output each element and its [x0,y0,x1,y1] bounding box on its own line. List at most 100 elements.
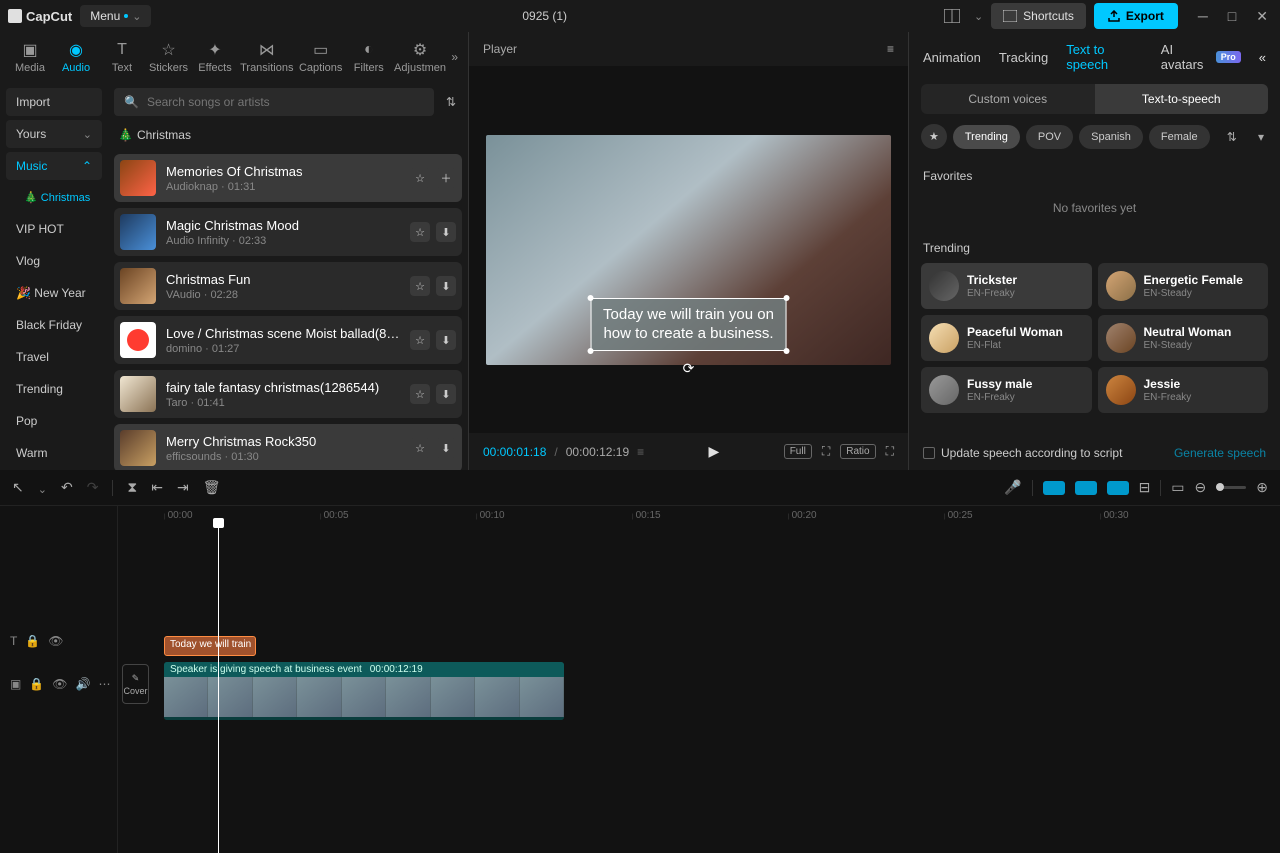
favorite-button[interactable]: ☆ [410,222,430,242]
link-button[interactable] [1107,481,1129,495]
sidebar-christmas[interactable]: 🎄 Christmas [6,184,102,211]
search-input[interactable] [147,95,424,109]
close-button[interactable]: ✕ [1252,8,1272,25]
sidebar-import[interactable]: Import [6,88,102,116]
ratio-button[interactable]: Ratio [840,444,875,459]
tool-dropdown[interactable] [38,480,47,496]
chip-spanish[interactable]: Spanish [1079,125,1143,149]
favorite-button[interactable]: ☆ [410,276,430,296]
tab-avatars[interactable]: AI avatarsPro [1161,42,1241,72]
sidebar-yours[interactable]: Yours [6,120,102,148]
song-item[interactable]: Magic Christmas Mood Audio Infinity · 02… [114,208,462,256]
favorite-button[interactable]: ☆ [410,168,430,188]
tab-adjustment[interactable]: ⚙Adjustmen [395,38,446,76]
chip-female[interactable]: Female [1149,125,1210,149]
minimize-button[interactable]: ─ [1194,8,1212,25]
snap-button[interactable] [1043,481,1065,495]
zoom-in-button[interactable]: ⊕ [1256,479,1268,496]
list-icon[interactable]: ≡ [637,445,644,459]
caption-overlay[interactable]: Today we will train you on how to create… [590,298,787,351]
song-item[interactable]: Memories Of Christmas Audioknap · 01:31 … [114,154,462,202]
lock-icon[interactable]: 🔒 [25,634,40,648]
chip-favorite[interactable]: ★ [921,124,947,149]
trim-right-tool[interactable]: ⇥ [177,479,189,496]
select-tool[interactable]: ↖ [12,479,24,496]
favorite-button[interactable]: ☆ [410,384,430,404]
seg-custom[interactable]: Custom voices [921,84,1095,114]
timeline-ruler[interactable]: 00:00 00:05 00:10 00:15 00:20 00:25 00:3… [118,506,1280,526]
song-item[interactable]: Christmas FunVAudio · 02:28 ☆⬇ [114,262,462,310]
add-button[interactable]: ＋ [436,168,456,188]
preview-button[interactable]: ▭ [1171,479,1184,496]
lock-icon[interactable]: 🔒 [29,677,44,691]
timeline-tracks[interactable]: 00:00 00:05 00:10 00:15 00:20 00:25 00:3… [118,506,1280,853]
download-button[interactable]: ⬇ [436,330,456,350]
fullscreen-icon[interactable]: ⛶ [886,444,894,459]
song-item[interactable]: Love / Christmas scene Moist ballad(8955… [114,316,462,364]
voice-card[interactable]: Energetic FemaleEN-Steady [1098,263,1269,309]
update-check[interactable]: Update speech according to script [923,446,1122,460]
visibility-icon[interactable]: 👁 [52,677,67,691]
sidebar-newyear[interactable]: 🎉 New Year [6,279,102,307]
visibility-icon[interactable]: 👁 [48,634,63,648]
mute-icon[interactable]: 🔊 [76,677,91,691]
export-button[interactable]: Export [1094,3,1178,29]
tab-transitions[interactable]: ⋈Transitions [241,38,293,76]
sidebar-pop[interactable]: Pop [6,407,102,435]
video-clip[interactable]: Speaker is giving speech at business eve… [164,662,564,720]
tabs-more-button[interactable]: » [451,50,458,64]
tab-text[interactable]: TText [102,38,142,76]
collapse-icon[interactable]: « [1259,50,1266,65]
search-box[interactable]: 🔍 [114,88,434,116]
resize-handle-icon[interactable] [784,295,790,301]
download-button[interactable]: ⬇ [436,276,456,296]
voice-card[interactable]: TricksterEN-Freaky [921,263,1092,309]
scale-icon[interactable]: ⛶ [822,444,830,459]
voice-card[interactable]: JessieEN-Freaky [1098,367,1269,413]
voice-card[interactable]: Peaceful WomanEN-Flat [921,315,1092,361]
filter-button[interactable]: ⇅ [440,89,462,115]
refresh-icon[interactable]: ⟳ [683,360,695,377]
song-item[interactable]: Merry Christmas Rock350efficsounds · 01:… [114,424,462,470]
mic-button[interactable]: 🎤 [1004,479,1021,496]
song-item[interactable]: fairy tale fantasy christmas(1286544)Tar… [114,370,462,418]
tab-media[interactable]: ▣Media [10,38,50,76]
sidebar-warm[interactable]: Warm [6,439,102,467]
sidebar-blackfriday[interactable]: Black Friday [6,311,102,339]
favorite-button[interactable]: ☆ [410,330,430,350]
sidebar-travel[interactable]: Travel [6,343,102,371]
tab-stickers[interactable]: ☆Stickers [148,38,189,76]
delete-tool[interactable]: 🗑 [203,479,221,496]
chevron-down-icon[interactable] [974,9,983,23]
playhead[interactable] [218,526,219,853]
text-clip[interactable]: Today we will train [164,636,256,656]
player-viewport[interactable]: Today we will train you on how to create… [469,66,908,433]
voice-card[interactable]: Fussy maleEN-Freaky [921,367,1092,413]
full-button[interactable]: Full [784,444,812,459]
tab-tts[interactable]: Text to speech [1066,42,1143,72]
undo-button[interactable]: ↶ [61,479,73,496]
sidebar-music[interactable]: Music⌃ [6,152,102,180]
sidebar-viphot[interactable]: VIP HOT [6,215,102,243]
download-button[interactable]: ⬇ [436,438,456,458]
redo-button[interactable]: ↷ [87,479,99,496]
tab-tracking[interactable]: Tracking [999,50,1048,65]
chip-filter-button[interactable]: ⇅ [1223,126,1241,148]
tab-audio[interactable]: ◉Audio [56,38,96,76]
chip-trending[interactable]: Trending [953,125,1020,149]
menu-button[interactable]: Menu [80,5,151,27]
track-area[interactable]: Today we will train Speaker is giving sp… [118,526,1280,853]
download-button[interactable]: ⬇ [436,222,456,242]
tab-effects[interactable]: ✦Effects [195,38,235,76]
chip-pov[interactable]: POV [1026,125,1073,149]
tab-filters[interactable]: ◐Filters [349,38,389,76]
favorite-button[interactable]: ☆ [410,438,430,458]
split-tool[interactable]: ⧗ [127,479,137,496]
tab-animation[interactable]: Animation [923,50,981,65]
play-button[interactable]: ▶ [709,443,720,460]
more-icon[interactable]: ⋯ [98,677,110,691]
zoom-out-button[interactable]: ⊖ [1195,479,1207,496]
magnet-button[interactable] [1075,481,1097,495]
resize-handle-icon[interactable] [587,348,593,354]
voice-card[interactable]: Neutral WomanEN-Steady [1098,315,1269,361]
